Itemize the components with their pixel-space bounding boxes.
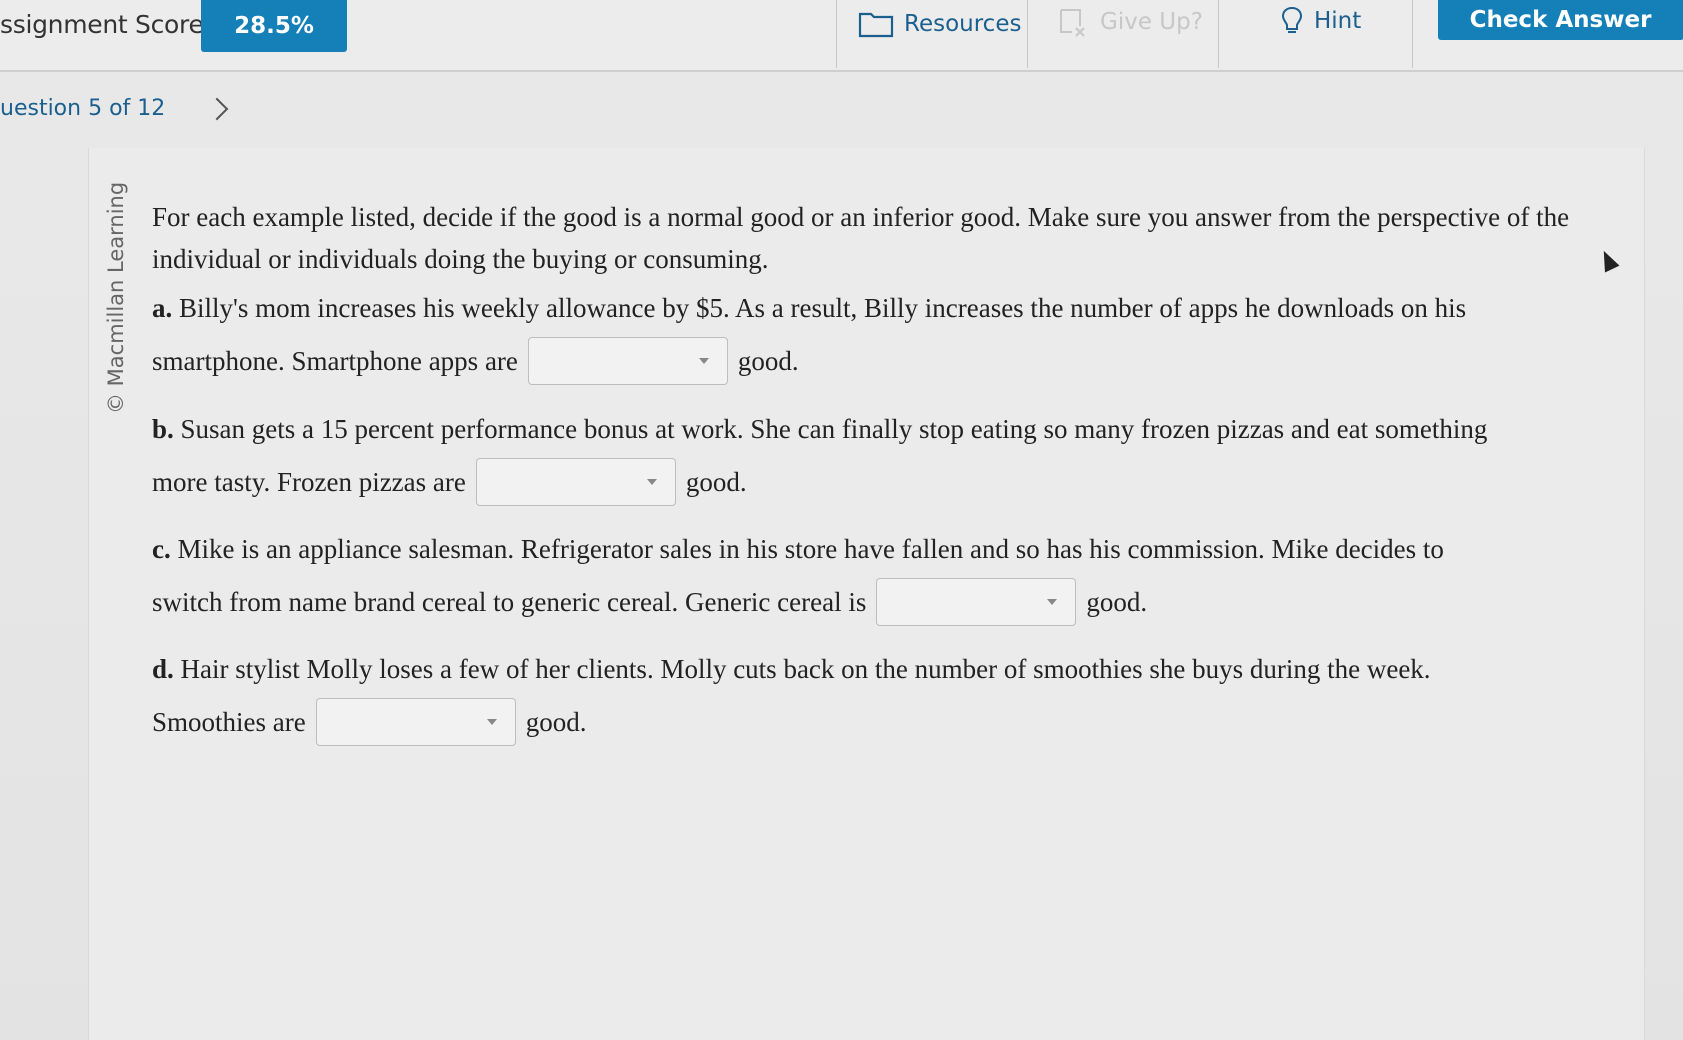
- question-intro: For each example listed, decide if the g…: [152, 202, 1570, 274]
- question-navigation: uestion 5 of 12: [0, 96, 229, 121]
- toolbar-divider: [836, 0, 837, 68]
- part-tail: good.: [525, 707, 587, 737]
- part-letter: b.: [152, 414, 174, 444]
- answer-dropdown-d[interactable]: [315, 698, 516, 746]
- part-text: Hair stylist Molly loses a few of her cl…: [180, 654, 1431, 684]
- part-letter: d.: [152, 654, 174, 684]
- toolbar-divider: [1218, 0, 1219, 68]
- part-lead: more tasty. Frozen pizzas are: [152, 467, 466, 497]
- part-text: Billy's mom increases his weekly allowan…: [179, 293, 1467, 323]
- copyright-notice: © Macmillan Learning: [104, 181, 128, 414]
- page: ssignment Score: 28.5% Resources Give Up…: [0, 0, 1683, 1040]
- answer-dropdown-b[interactable]: [475, 458, 676, 506]
- toolbar-divider: [1027, 0, 1028, 68]
- part-lead: smartphone. Smartphone apps are: [152, 346, 518, 376]
- answer-dropdown-a[interactable]: [527, 337, 728, 385]
- resources-label: Resources: [904, 11, 1022, 37]
- question-part-b: b. Susan gets a 15 percent performance b…: [152, 408, 1592, 506]
- part-letter: c.: [152, 534, 171, 564]
- question-part-a: a. Billy's mom increases his weekly allo…: [152, 287, 1592, 385]
- chevron-down-icon: [698, 358, 709, 364]
- hint-button[interactable]: Hint: [1280, 3, 1361, 39]
- give-up-button[interactable]: Give Up?: [1058, 4, 1203, 40]
- assignment-score-badge: 28.5%: [201, 0, 347, 52]
- chevron-down-icon: [1047, 599, 1058, 605]
- answer-dropdown-c[interactable]: [876, 578, 1077, 626]
- question-counter: uestion 5 of 12: [0, 96, 166, 121]
- check-answer-button[interactable]: Check Answer: [1438, 0, 1683, 40]
- chevron-down-icon: [646, 479, 657, 485]
- part-text: Mike is an appliance salesman. Refrigera…: [177, 534, 1444, 564]
- part-tail: good.: [685, 467, 747, 497]
- question-part-d: d. Hair stylist Molly loses a few of her…: [152, 648, 1592, 746]
- assignment-score-label: ssignment Score:: [0, 10, 212, 39]
- part-text: Susan gets a 15 percent performance bonu…: [180, 414, 1488, 444]
- lightbulb-icon: [1281, 6, 1303, 33]
- question-part-c: c. Mike is an appliance salesman. Refrig…: [152, 528, 1592, 626]
- next-question-chevron-icon[interactable]: [205, 97, 229, 120]
- part-tail: good.: [1086, 587, 1148, 617]
- part-letter: a.: [152, 293, 173, 323]
- give-up-icon: [1060, 9, 1085, 37]
- chevron-down-icon: [486, 719, 497, 725]
- hint-label: Hint: [1314, 8, 1362, 34]
- part-tail: good.: [737, 346, 799, 376]
- folder-icon: [858, 12, 894, 38]
- part-lead: switch from name brand cereal to generic…: [152, 587, 867, 617]
- toolbar-divider: [1412, 0, 1413, 68]
- part-lead: Smoothies are: [152, 707, 306, 737]
- top-toolbar: ssignment Score: 28.5% Resources Give Up…: [0, 0, 1683, 72]
- resources-button[interactable]: Resources: [858, 6, 1021, 42]
- give-up-label: Give Up?: [1100, 9, 1203, 35]
